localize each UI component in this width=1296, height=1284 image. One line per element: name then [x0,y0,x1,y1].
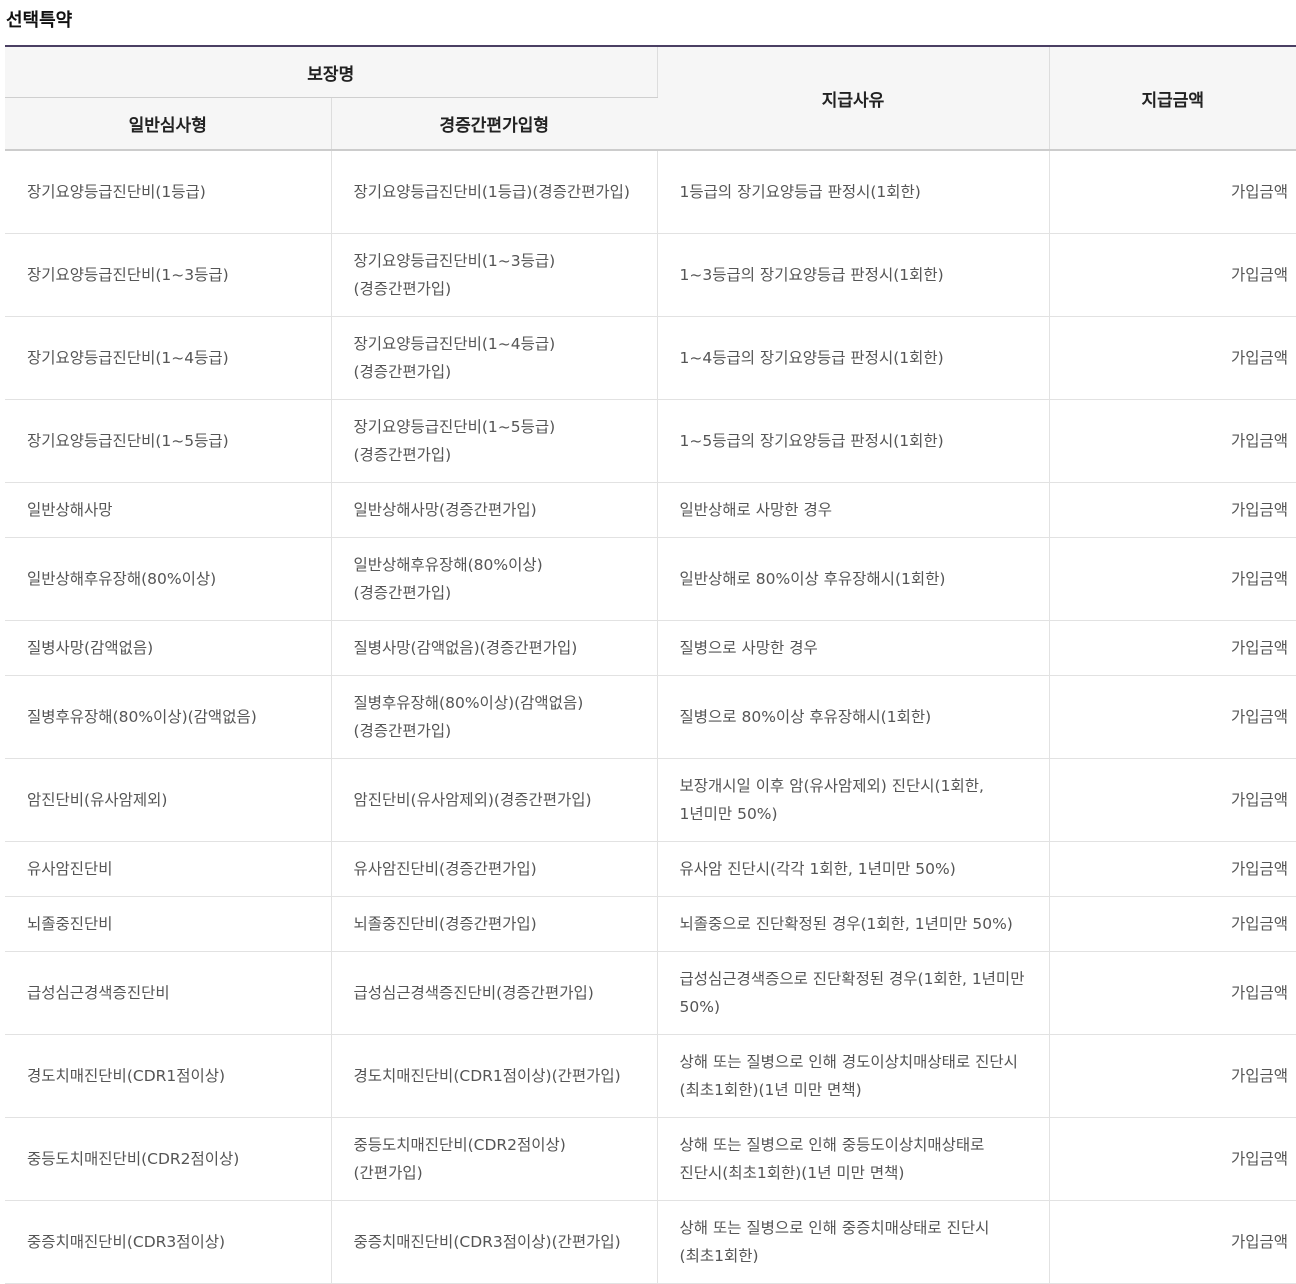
cell-simplified: 질병사망(감액없음)(경증간편가입) [331,620,658,676]
header-general-type: 일반심사형 [5,97,332,151]
table-row: 경도치매진단비(CDR1점이상) 경도치매진단비(CDR1점이상)(간편가입) … [5,1034,1296,1118]
table-body: 장기요양등급진단비(1등급) 장기요양등급진단비(1등급)(경증간편가입) 1등… [5,150,1296,1284]
cell-general: 경도치매진단비(CDR1점이상) [5,1034,332,1118]
table-row: 일반상해후유장해(80%이상) 일반상해후유장해(80%이상)(경증간편가입) … [5,537,1296,621]
cell-reason: 1~4등급의 장기요양등급 판정시(1회한) [657,316,1050,400]
cell-simplified: 경도치매진단비(CDR1점이상)(간편가입) [331,1034,658,1118]
cell-amount: 가입금액 [1049,620,1296,676]
cell-simplified: 장기요양등급진단비(1등급)(경증간편가입) [331,150,658,234]
cell-simplified: 장기요양등급진단비(1~5등급)(경증간편가입) [331,399,658,483]
header-payment-reason: 지급사유 [657,46,1050,151]
cell-general: 급성심근경색증진단비 [5,951,332,1035]
table-row: 유사암진단비 유사암진단비(경증간편가입) 유사암 진단시(각각 1회한, 1년… [5,841,1296,897]
cell-reason: 1~5등급의 장기요양등급 판정시(1회한) [657,399,1050,483]
cell-amount: 가입금액 [1049,482,1296,538]
table-row: 중증치매진단비(CDR3점이상) 중증치매진단비(CDR3점이상)(간편가입) … [5,1200,1296,1284]
cell-reason: 상해 또는 질병으로 인해 중증치매상태로 진단시(최초1회한) [657,1200,1050,1284]
header-payment-amount: 지급금액 [1049,46,1296,151]
cell-reason: 일반상해로 80%이상 후유장해시(1회한) [657,537,1050,621]
cell-reason: 질병으로 80%이상 후유장해시(1회한) [657,675,1050,759]
cell-simplified: 암진단비(유사암제외)(경증간편가입) [331,758,658,842]
cell-general: 중등도치매진단비(CDR2점이상) [5,1117,332,1201]
cell-amount: 가입금액 [1049,1034,1296,1118]
cell-reason: 유사암 진단시(각각 1회한, 1년미만 50%) [657,841,1050,897]
table-row: 암진단비(유사암제외) 암진단비(유사암제외)(경증간편가입) 보장개시일 이후… [5,758,1296,842]
cell-reason: 급성심근경색증으로 진단확정된 경우(1회한, 1년미만 50%) [657,951,1050,1035]
page: 선택특약 보장명 지급사유 지급금액 일반심사형 경증간편가입형 장기요양등급진… [0,0,1296,1284]
cell-general: 질병후유장해(80%이상)(감액없음) [5,675,332,759]
cell-reason: 질병으로 사망한 경우 [657,620,1050,676]
cell-general: 일반상해후유장해(80%이상) [5,537,332,621]
cell-simplified: 중증치매진단비(CDR3점이상)(간편가입) [331,1200,658,1284]
cell-general: 장기요양등급진단비(1~3등급) [5,233,332,317]
table-row: 중등도치매진단비(CDR2점이상) 중등도치매진단비(CDR2점이상)(간편가입… [5,1117,1296,1201]
table-row: 장기요양등급진단비(1~4등급) 장기요양등급진단비(1~4등급)(경증간편가입… [5,316,1296,400]
cell-reason: 상해 또는 질병으로 인해 중등도이상치매상태로 진단시(최초1회한)(1년 미… [657,1117,1050,1201]
cell-general: 장기요양등급진단비(1~5등급) [5,399,332,483]
cell-reason: 1~3등급의 장기요양등급 판정시(1회한) [657,233,1050,317]
cell-general: 유사암진단비 [5,841,332,897]
cell-simplified: 일반상해사망(경증간편가입) [331,482,658,538]
table-row: 장기요양등급진단비(1등급) 장기요양등급진단비(1등급)(경증간편가입) 1등… [5,150,1296,234]
header-coverage-name: 보장명 [5,46,658,98]
cell-amount: 가입금액 [1049,537,1296,621]
cell-reason: 보장개시일 이후 암(유사암제외) 진단시(1회한, 1년미만 50%) [657,758,1050,842]
cell-amount: 가입금액 [1049,675,1296,759]
cell-general: 뇌졸중진단비 [5,896,332,952]
cell-simplified: 질병후유장해(80%이상)(감액없음)(경증간편가입) [331,675,658,759]
cell-general: 장기요양등급진단비(1~4등급) [5,316,332,400]
cell-amount: 가입금액 [1049,896,1296,952]
table-row: 질병후유장해(80%이상)(감액없음) 질병후유장해(80%이상)(감액없음)(… [5,675,1296,759]
table-row: 장기요양등급진단비(1~3등급) 장기요양등급진단비(1~3등급)(경증간편가입… [5,233,1296,317]
cell-amount: 가입금액 [1049,1117,1296,1201]
table-row: 질병사망(감액없음) 질병사망(감액없음)(경증간편가입) 질병으로 사망한 경… [5,620,1296,676]
cell-amount: 가입금액 [1049,150,1296,234]
coverage-table: 보장명 지급사유 지급금액 일반심사형 경증간편가입형 장기요양등급진단비(1등… [5,45,1296,1284]
cell-simplified: 장기요양등급진단비(1~3등급)(경증간편가입) [331,233,658,317]
table-row: 일반상해사망 일반상해사망(경증간편가입) 일반상해로 사망한 경우 가입금액 [5,482,1296,538]
cell-simplified: 중등도치매진단비(CDR2점이상)(간편가입) [331,1117,658,1201]
cell-amount: 가입금액 [1049,399,1296,483]
cell-general: 일반상해사망 [5,482,332,538]
cell-simplified: 뇌졸중진단비(경증간편가입) [331,896,658,952]
cell-amount: 가입금액 [1049,841,1296,897]
cell-reason: 상해 또는 질병으로 인해 경도이상치매상태로 진단시(최초1회한)(1년 미만… [657,1034,1050,1118]
table-row: 급성심근경색증진단비 급성심근경색증진단비(경증간편가입) 급성심근경색증으로 … [5,951,1296,1035]
cell-simplified: 일반상해후유장해(80%이상)(경증간편가입) [331,537,658,621]
cell-reason: 일반상해로 사망한 경우 [657,482,1050,538]
cell-amount: 가입금액 [1049,758,1296,842]
cell-general: 중증치매진단비(CDR3점이상) [5,1200,332,1284]
cell-reason: 1등급의 장기요양등급 판정시(1회한) [657,150,1050,234]
cell-general: 장기요양등급진단비(1등급) [5,150,332,234]
cell-general: 질병사망(감액없음) [5,620,332,676]
cell-general: 암진단비(유사암제외) [5,758,332,842]
cell-amount: 가입금액 [1049,1200,1296,1284]
cell-amount: 가입금액 [1049,316,1296,400]
table-row: 뇌졸중진단비 뇌졸중진단비(경증간편가입) 뇌졸중으로 진단확정된 경우(1회한… [5,896,1296,952]
section-title: 선택특약 [6,10,73,31]
table-header: 보장명 지급사유 지급금액 일반심사형 경증간편가입형 [5,46,1296,151]
cell-amount: 가입금액 [1049,951,1296,1035]
table-row: 장기요양등급진단비(1~5등급) 장기요양등급진단비(1~5등급)(경증간편가입… [5,399,1296,483]
header-simplified-type: 경증간편가입형 [331,97,658,151]
cell-amount: 가입금액 [1049,233,1296,317]
cell-simplified: 장기요양등급진단비(1~4등급)(경증간편가입) [331,316,658,400]
cell-reason: 뇌졸중으로 진단확정된 경우(1회한, 1년미만 50%) [657,896,1050,952]
cell-simplified: 유사암진단비(경증간편가입) [331,841,658,897]
cell-simplified: 급성심근경색증진단비(경증간편가입) [331,951,658,1035]
